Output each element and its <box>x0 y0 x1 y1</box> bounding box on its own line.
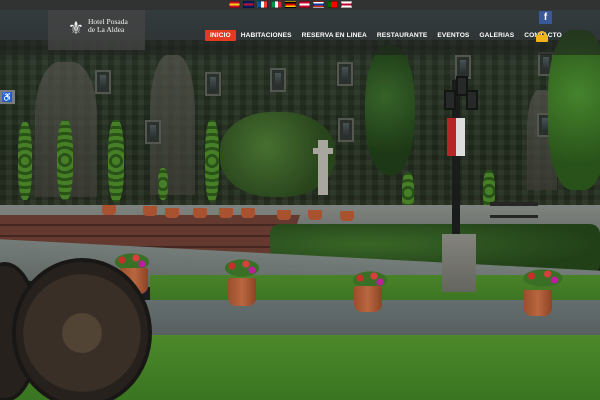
nav-item-eventos[interactable]: EVENTOS <box>432 30 474 41</box>
flag-es-icon[interactable] <box>229 1 240 8</box>
flag-jp-icon[interactable] <box>341 1 352 8</box>
hotel-emblem-icon: ⚜ <box>67 18 85 38</box>
logo-text: Hotel Posada de La Aldea <box>88 17 128 34</box>
language-selector <box>229 1 352 8</box>
nav-item-inicio[interactable]: INICIO <box>205 30 236 41</box>
flag-en-icon[interactable] <box>243 1 254 8</box>
flag-dk-icon[interactable] <box>299 1 310 8</box>
main-nav: INICIO HABITACIONES RESERVA EN LINEA RES… <box>205 30 567 41</box>
flag-ru-icon[interactable] <box>313 1 324 8</box>
flag-fr-icon[interactable] <box>257 1 268 8</box>
hero-background-photo <box>0 0 600 400</box>
site-logo[interactable]: ⚜ Hotel Posada de La Aldea <box>48 10 145 50</box>
nav-item-galerias[interactable]: GALERIAS <box>474 30 519 41</box>
flag-de-icon[interactable] <box>285 1 296 8</box>
facebook-icon[interactable]: f <box>539 11 552 24</box>
flag-it-icon[interactable] <box>271 1 282 8</box>
nav-item-habitaciones[interactable]: HABITACIONES <box>236 30 297 41</box>
nav-item-restaurante[interactable]: RESTAURANTE <box>372 30 432 41</box>
nav-item-reserva-en-linea[interactable]: RESERVA EN LINEA <box>297 30 372 41</box>
lock-icon[interactable] <box>536 31 548 42</box>
accessibility-icon[interactable]: ♿ <box>0 90 15 104</box>
flag-pt-icon[interactable] <box>327 1 338 8</box>
